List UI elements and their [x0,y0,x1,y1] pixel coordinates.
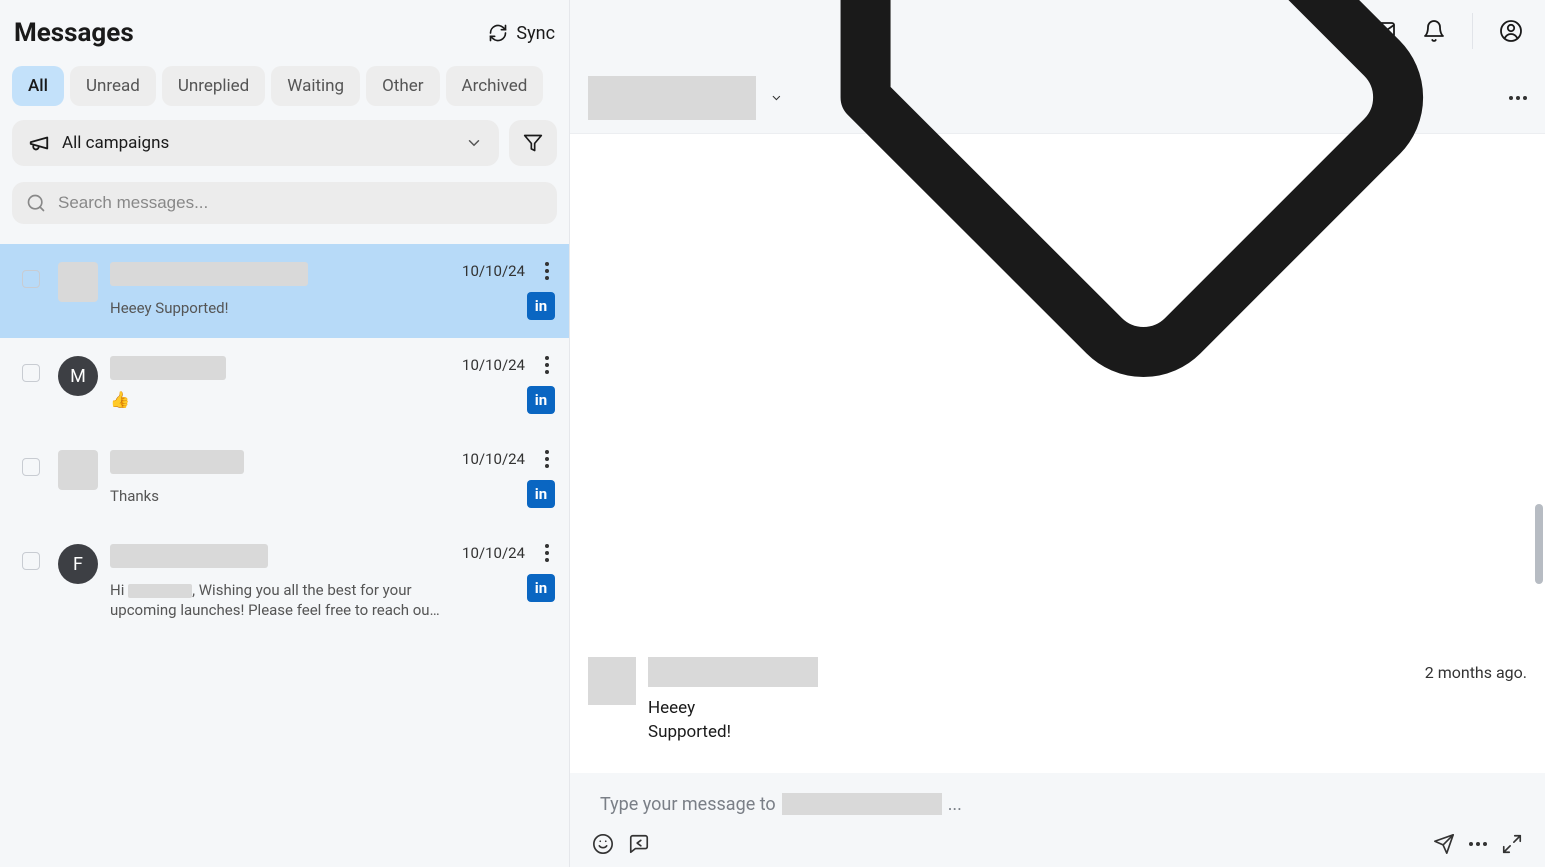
conversation-menu-button[interactable] [539,356,555,374]
conversation-body: 👍 [110,356,444,414]
conversation-date: 10/10/24 [462,544,525,562]
conversation-body: Thanks [110,450,444,508]
page-title: Messages [14,18,134,48]
chat-panel: 2 months ago. Heeey Supported! Type your… [570,0,1545,867]
conversation-meta: 10/10/24 in [462,450,555,508]
composer: Type your message to ... [570,773,1545,867]
search-row [0,172,569,232]
linkedin-icon: in [527,292,555,320]
message-timestamp: 2 months ago. [1425,663,1527,682]
redacted-recipient [782,793,942,815]
conversation-item[interactable]: Thanks 10/10/24 in [0,432,569,526]
composer-placeholder-prefix: Type your message to [600,794,776,815]
search-input-wrap[interactable] [12,182,557,224]
left-header: Messages Sync [0,0,569,58]
filter-row: All campaigns [0,114,569,172]
chat-menu-button[interactable] [1509,96,1527,100]
select-checkbox[interactable] [22,364,40,382]
chat-scrollbar[interactable] [1535,504,1543,584]
send-icon[interactable] [1433,833,1455,855]
conversation-date: 10/10/24 [462,262,525,280]
contact-name [110,544,268,568]
linkedin-icon: in [527,574,555,602]
conversation-date: 10/10/24 [462,450,525,468]
conversation-item[interactable]: Heeey Supported! 10/10/24 in [0,244,569,338]
tab-other[interactable]: Other [366,66,439,106]
message-preview: Hi , Wishing you all the best for your u… [110,580,444,621]
redacted-name [128,584,192,598]
conversation-meta: 10/10/24 in [462,544,555,621]
sync-label: Sync [516,23,555,44]
message-preview: Thanks [110,486,444,506]
chat-contact-name [588,76,756,120]
chat-header [570,62,1545,134]
avatar [58,262,98,302]
profile-icon[interactable] [1499,19,1523,43]
sync-icon [488,23,508,43]
composer-input[interactable]: Type your message to ... [588,787,1527,833]
expand-icon[interactable] [1501,833,1523,855]
select-checkbox[interactable] [22,552,40,570]
app-root: Messages Sync All Unread Unreplied Waiti… [0,0,1545,867]
inbox-tabs: All Unread Unreplied Waiting Other Archi… [0,58,569,114]
conversation-body: Heeey Supported! [110,262,444,320]
message-sender [648,657,818,687]
search-icon [26,193,46,213]
message-preview: Heeey Supported! [110,298,444,318]
conversation-meta: 10/10/24 in [462,356,555,414]
campaign-select[interactable]: All campaigns [12,120,499,166]
composer-actions [588,833,1527,855]
chevron-down-icon[interactable] [770,89,783,107]
conversation-item[interactable]: M 👍 10/10/24 in [0,338,569,432]
chevron-down-icon [465,134,483,152]
megaphone-icon [28,132,50,154]
conversation-panel: Messages Sync All Unread Unreplied Waiti… [0,0,570,867]
contact-name [110,450,244,474]
message-preview: 👍 [110,390,444,409]
chat-message: 2 months ago. Heeey Supported! [588,657,1527,745]
select-checkbox[interactable] [22,270,40,288]
conversation-menu-button[interactable] [539,544,555,562]
conversation-meta: 10/10/24 in [462,262,555,320]
search-input[interactable] [56,192,543,214]
tab-unreplied[interactable]: Unreplied [162,66,265,106]
sync-button[interactable]: Sync [488,23,555,44]
avatar [58,450,98,490]
chat-body[interactable]: 2 months ago. Heeey Supported! [570,134,1545,773]
select-checkbox[interactable] [22,458,40,476]
campaign-label: All campaigns [62,133,453,153]
filter-button[interactable] [509,120,557,166]
conversation-body: Hi , Wishing you all the best for your u… [110,544,444,621]
conversation-menu-button[interactable] [539,450,555,468]
contact-name [110,262,308,286]
funnel-icon [523,133,543,153]
tab-waiting[interactable]: Waiting [271,66,360,106]
tab-archived[interactable]: Archived [446,66,544,106]
composer-placeholder-suffix: ... [948,794,962,815]
emoji-icon[interactable] [592,833,614,855]
linkedin-icon: in [527,386,555,414]
composer-menu-button[interactable] [1469,842,1487,846]
reply-template-icon[interactable] [628,833,650,855]
conversation-menu-button[interactable] [539,262,555,280]
avatar: F [58,544,98,584]
avatar: M [58,356,98,396]
message-text: Heeey Supported! [648,697,1527,745]
conversation-item[interactable]: F Hi , Wishing you all the best for your… [0,526,569,639]
conversation-list[interactable]: Heeey Supported! 10/10/24 in M 👍 [0,244,569,867]
linkedin-icon: in [527,480,555,508]
tab-unread[interactable]: Unread [70,66,156,106]
contact-name [110,356,226,380]
message-avatar [588,657,636,705]
tab-all[interactable]: All [12,66,64,106]
conversation-date: 10/10/24 [462,356,525,374]
